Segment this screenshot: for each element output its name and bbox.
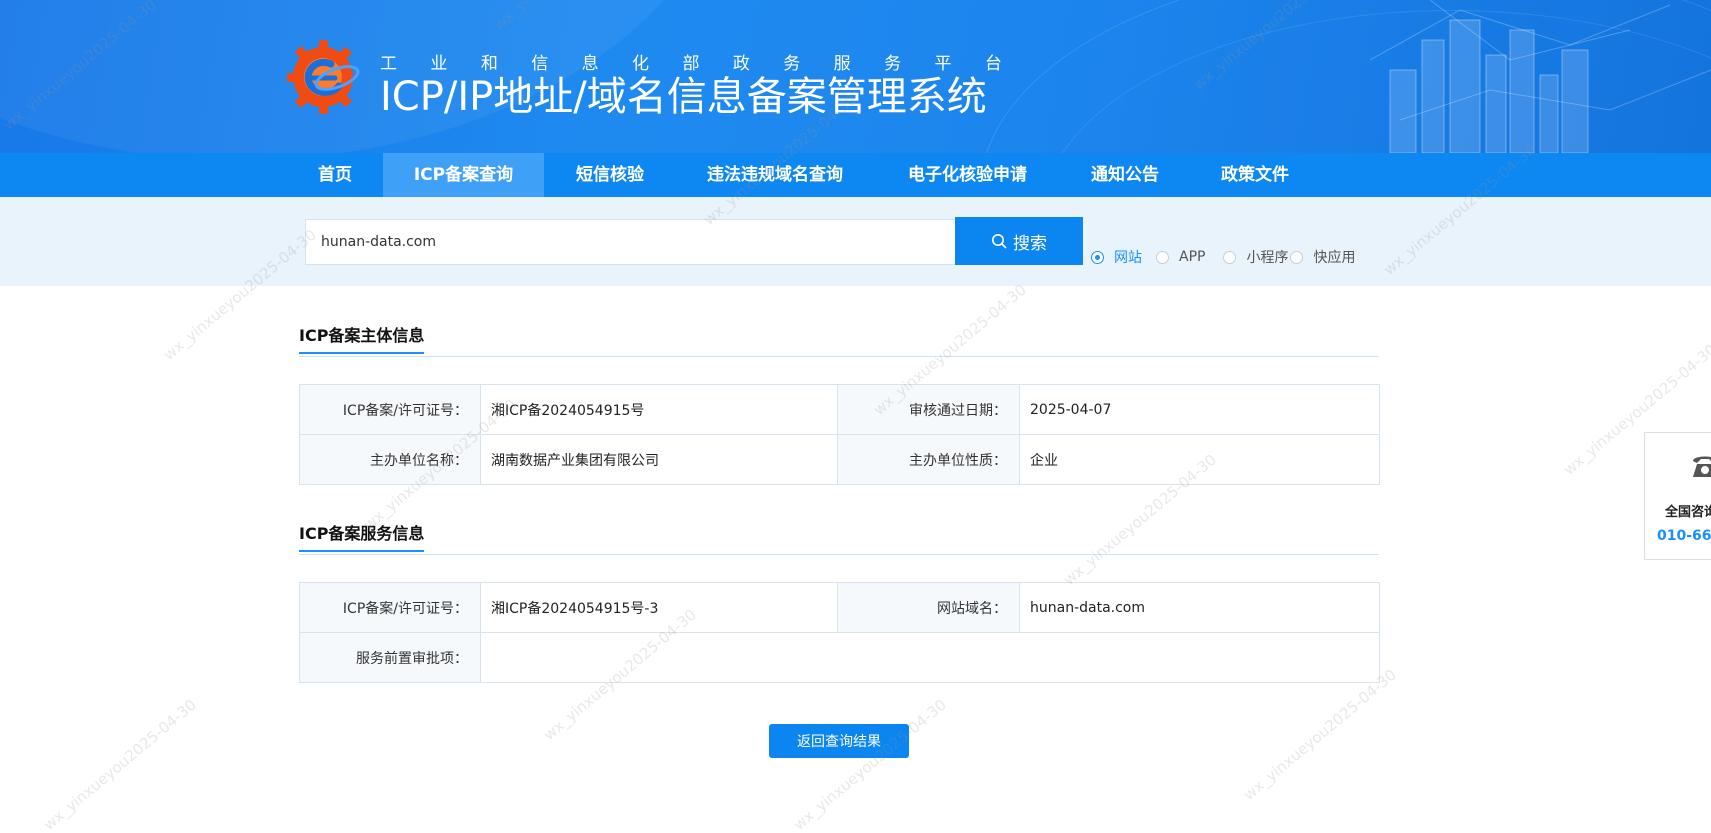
field-label: ICP备案/许可证号： xyxy=(299,384,481,435)
nav-item-notices[interactable]: 通知公告 xyxy=(1080,153,1170,197)
radio-website[interactable]: 网站 xyxy=(1091,247,1142,267)
radio-label: APP xyxy=(1179,249,1206,265)
field-value-pre-approval xyxy=(480,632,1380,683)
nav-item-sms-verify[interactable]: 短信核验 xyxy=(560,153,660,197)
city-skyline-decoration xyxy=(1370,0,1711,153)
subtitle-char: 务 xyxy=(884,54,902,74)
subtitle-char: 业 xyxy=(430,54,448,74)
nav-item-policy-docs[interactable]: 政策文件 xyxy=(1210,153,1300,197)
page-title: ICP/IP地址/域名信息备案管理系统 xyxy=(380,74,987,120)
phone-icon xyxy=(1693,456,1711,477)
nav-item-icp-query[interactable]: ICP备案查询 xyxy=(383,153,544,197)
back-to-results-button[interactable]: 返回查询结果 xyxy=(769,724,909,758)
subject-info-table: ICP备案/许可证号： 湘ICP备2024054915号 审核通过日期： 202… xyxy=(299,384,1380,485)
consult-phone: 010-6641 xyxy=(1657,528,1711,544)
header-banner: 工 业 和 信 息 化 部 政 务 服 务 平 台 ICP/IP地址/域名信息备案管理系统 xyxy=(0,0,1711,153)
consult-float-panel[interactable]: 全国咨询 010-6641 xyxy=(1644,432,1711,560)
field-label: 审核通过日期： xyxy=(837,384,1020,435)
field-value-approval-date: 2025-04-07 xyxy=(1019,384,1380,435)
radio-app[interactable]: APP xyxy=(1156,249,1205,265)
table-row: 服务前置审批项： xyxy=(299,632,1380,683)
section-divider xyxy=(299,356,1379,357)
table-row: 主办单位名称： 湖南数据产业集团有限公司 主办单位性质： 企业 xyxy=(299,434,1380,485)
search-type-group: 网站 APP 小程序 快应用 xyxy=(1091,247,1363,267)
subtitle-char: 化 xyxy=(632,54,650,74)
radio-circle-icon xyxy=(1290,250,1304,264)
consult-label: 全国咨询 xyxy=(1665,505,1711,520)
subtitle-char: 台 xyxy=(984,54,1002,74)
table-row: ICP备案/许可证号： 湘ICP备2024054915号 审核通过日期： 202… xyxy=(299,384,1380,435)
field-label: 主办单位名称： xyxy=(299,434,481,485)
subtitle-char: 部 xyxy=(682,54,700,74)
field-label: 服务前置审批项： xyxy=(299,632,481,683)
watermark-text: wx_yinxueyou2025-04-30 xyxy=(790,695,950,833)
field-value-service-license-no: 湘ICP备2024054915号-3 xyxy=(480,582,838,633)
table-row: ICP备案/许可证号： 湘ICP备2024054915号-3 网站域名： hun… xyxy=(299,582,1380,633)
radio-label: 网站 xyxy=(1114,250,1142,266)
field-value-organizer-name: 湖南数据产业集团有限公司 xyxy=(480,434,838,485)
subtitle-char: 务 xyxy=(783,54,801,74)
field-label: ICP备案/许可证号： xyxy=(299,582,481,633)
subtitle-char: 服 xyxy=(833,54,851,74)
field-label: 网站域名： xyxy=(837,582,1020,633)
radio-circle-icon xyxy=(1156,250,1169,264)
radio-quick-app[interactable]: 快应用 xyxy=(1290,247,1355,267)
service-info-table: ICP备案/许可证号： 湘ICP备2024054915号-3 网站域名： hun… xyxy=(299,582,1380,683)
field-value-license-no: 湘ICP备2024054915号 xyxy=(480,384,838,435)
section-divider xyxy=(299,554,1379,555)
field-value-organizer-type: 企业 xyxy=(1019,434,1380,485)
nav-item-home[interactable]: 首页 xyxy=(300,153,370,197)
field-value-domain: hunan-data.com xyxy=(1019,582,1380,633)
radio-mini-program[interactable]: 小程序 xyxy=(1223,247,1288,267)
section-title-subject-info: ICP备案主体信息 xyxy=(299,322,425,354)
section-title-service-info: ICP备案服务信息 xyxy=(299,520,425,552)
header-subtitle: 工业和信息化部政务服务平台 xyxy=(380,49,1002,74)
subtitle-char: 平 xyxy=(934,54,952,74)
search-icon xyxy=(992,234,1007,249)
subtitle-char: 工 xyxy=(380,54,397,74)
field-label: 主办单位性质： xyxy=(837,434,1020,485)
subtitle-char: 息 xyxy=(581,54,599,74)
subtitle-char: 和 xyxy=(480,54,498,74)
subtitle-char: 政 xyxy=(732,54,750,74)
miit-logo xyxy=(287,40,360,114)
search-button-label: 搜索 xyxy=(1013,233,1047,254)
main-nav: 首页 ICP备案查询 短信核验 违法违规域名查询 电子化核验申请 通知公告 政策… xyxy=(0,153,1711,197)
nav-item-e-verify-apply[interactable]: 电子化核验申请 xyxy=(890,153,1045,197)
radio-label: 小程序 xyxy=(1246,250,1289,266)
search-input[interactable] xyxy=(305,219,955,265)
radio-circle-icon xyxy=(1091,250,1104,264)
radio-label: 快应用 xyxy=(1313,250,1356,266)
watermark-text: wx_yinxueyou2025-04-30 xyxy=(1240,665,1400,804)
search-button[interactable]: 搜索 xyxy=(955,217,1083,265)
subtitle-char: 信 xyxy=(531,54,549,74)
radio-circle-icon xyxy=(1223,250,1237,264)
watermark-text: wx_yinxueyou2025-04-30 xyxy=(40,695,200,833)
nav-item-illegal-domain-query[interactable]: 违法违规域名查询 xyxy=(690,153,860,197)
